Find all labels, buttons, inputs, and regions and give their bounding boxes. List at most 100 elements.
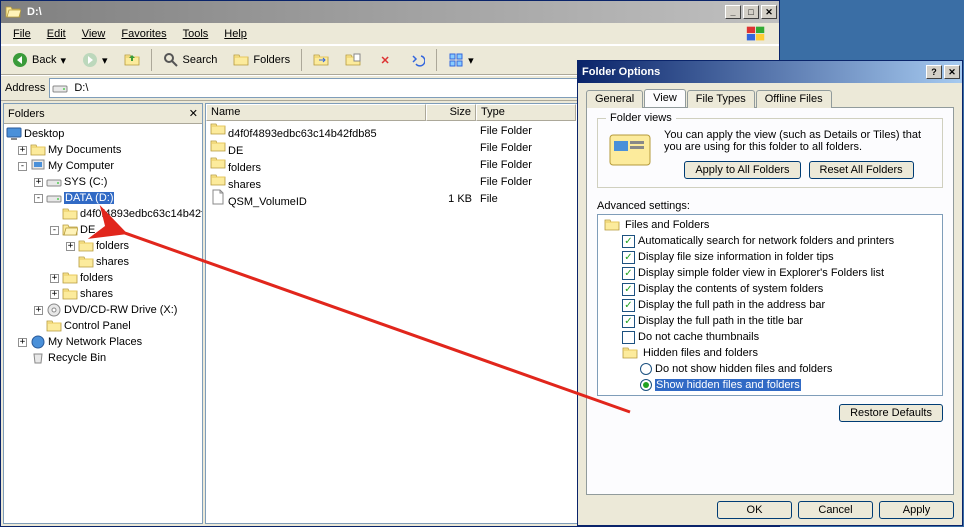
close-button[interactable]: ✕ [761, 5, 777, 19]
setting-sysfolders[interactable]: Display the contents of system folders [638, 283, 823, 295]
setting-showhidden[interactable]: Show hidden files and folders [655, 379, 801, 391]
setting-filesize[interactable]: Display file size information in folder … [638, 251, 834, 263]
dialog-title: Folder Options [582, 66, 660, 78]
menu-view[interactable]: View [74, 26, 114, 42]
checkbox-icon[interactable]: ✓ [622, 283, 635, 296]
folders-button[interactable]: Folders [226, 48, 297, 72]
tree-shares[interactable]: shares [80, 288, 113, 300]
apply-button[interactable]: Apply [879, 501, 954, 519]
expand-icon[interactable]: + [18, 146, 27, 155]
menu-edit[interactable]: Edit [39, 26, 74, 42]
copyto-button[interactable] [338, 48, 368, 72]
delete-button[interactable]: ✕ [370, 48, 400, 72]
undo-button[interactable] [402, 48, 432, 72]
checkbox-icon[interactable]: ✓ [622, 315, 635, 328]
checkbox-icon[interactable]: ✓ [622, 251, 635, 264]
forward-button[interactable]: ▾ [75, 48, 115, 72]
tree-mydocs[interactable]: My Documents [48, 144, 121, 156]
folder-tree[interactable]: Desktop + My Documents - My Computer + SYS … [4, 124, 202, 523]
collapse-icon[interactable]: - [50, 226, 59, 235]
close-pane-button[interactable]: ✕ [189, 107, 198, 120]
checkbox-icon[interactable] [622, 331, 635, 344]
folder-options-dialog: Folder Options ? ✕ General View File Typ… [577, 60, 963, 526]
tree-cp[interactable]: Control Panel [64, 320, 131, 332]
address-label: Address [5, 82, 45, 94]
radio-icon[interactable] [640, 363, 652, 375]
menu-file[interactable]: File [5, 26, 39, 42]
expand-icon[interactable]: + [34, 306, 43, 315]
back-button[interactable]: Back ▾ [5, 48, 73, 72]
col-type[interactable]: Type [476, 104, 576, 121]
tree-de-shares[interactable]: shares [96, 256, 129, 268]
tree-dvd[interactable]: DVD/CD-RW Drive (X:) [64, 304, 177, 316]
menu-favorites[interactable]: Favorites [113, 26, 174, 42]
restore-defaults-button[interactable]: Restore Defaults [839, 404, 943, 422]
drive-icon [52, 80, 68, 96]
apply-all-button[interactable]: Apply to All Folders [684, 161, 800, 179]
expand-icon[interactable]: + [50, 274, 59, 283]
drive-icon [46, 174, 62, 190]
tab-offline[interactable]: Offline Files [756, 90, 832, 108]
setting-nocache[interactable]: Do not cache thumbnails [638, 331, 759, 343]
search-button[interactable]: Search [156, 48, 225, 72]
tree-folders[interactable]: folders [80, 272, 113, 284]
col-size[interactable]: Size [426, 104, 476, 121]
tree-data-selected[interactable]: DATA (D:) [64, 192, 114, 204]
file-icon [210, 189, 226, 205]
setting-hideext[interactable]: Hide extensions for known file types [638, 395, 813, 396]
expand-icon[interactable]: + [66, 242, 75, 251]
setting-donotshow[interactable]: Do not show hidden files and folders [655, 363, 832, 375]
collapse-icon[interactable]: - [18, 162, 27, 171]
close-button[interactable]: ✕ [944, 65, 960, 79]
help-button[interactable]: ? [926, 65, 942, 79]
folder-icon [622, 345, 638, 361]
folder-icon [78, 238, 94, 254]
tree-hashfolder[interactable]: d4f0f4893edbc63c14b42fdb85 [80, 208, 202, 220]
minimize-button[interactable]: _ [725, 5, 741, 19]
up-button[interactable] [117, 48, 147, 72]
collapse-icon[interactable]: - [34, 194, 43, 203]
col-name[interactable]: Name [206, 104, 426, 121]
tree-network[interactable]: My Network Places [48, 336, 142, 348]
setting-autosearch[interactable]: Automatically search for network folders… [638, 235, 894, 247]
tree-sys[interactable]: SYS (C:) [64, 176, 107, 188]
tree-de-folders[interactable]: folders [96, 240, 129, 252]
views-button[interactable]: ▾ [441, 48, 481, 72]
moveto-button[interactable] [306, 48, 336, 72]
checkbox-icon[interactable]: ✓ [622, 235, 635, 248]
explorer-titlebar[interactable]: D:\ _ □ ✕ [1, 1, 779, 23]
expand-icon[interactable]: + [34, 178, 43, 187]
tree-de[interactable]: DE [80, 224, 95, 236]
folders-label: Folders [253, 54, 290, 66]
menu-help[interactable]: Help [216, 26, 255, 42]
checkbox-icon[interactable]: ✓ [622, 267, 635, 280]
expand-icon[interactable]: + [50, 290, 59, 299]
tree-desktop[interactable]: Desktop [24, 128, 64, 140]
folder-icon [210, 172, 226, 188]
cancel-button[interactable]: Cancel [798, 501, 873, 519]
menu-tools[interactable]: Tools [175, 26, 217, 42]
window-title: D:\ [27, 6, 42, 18]
forward-icon [82, 52, 98, 68]
setting-simple[interactable]: Display simple folder view in Explorer's… [638, 267, 884, 279]
expand-icon[interactable]: + [18, 338, 27, 347]
checkbox-icon[interactable] [622, 395, 635, 397]
dialog-titlebar[interactable]: Folder Options ? ✕ [578, 61, 962, 83]
setting-addrpath[interactable]: Display the full path in the address bar [638, 299, 825, 311]
tab-view[interactable]: View [644, 89, 686, 107]
folder-views-group: Folder views You can apply the view (suc… [597, 118, 943, 188]
delete-icon: ✕ [377, 52, 393, 68]
checkbox-icon[interactable]: ✓ [622, 299, 635, 312]
dvd-icon [46, 302, 62, 318]
radio-icon[interactable] [640, 379, 652, 391]
reset-all-button[interactable]: Reset All Folders [809, 161, 914, 179]
advanced-settings-list[interactable]: Files and Folders ✓Automatically search … [597, 214, 943, 396]
tab-general[interactable]: General [586, 90, 643, 108]
address-value: D:\ [74, 82, 88, 94]
tab-filetypes[interactable]: File Types [687, 90, 755, 108]
tree-recycle[interactable]: Recycle Bin [48, 352, 106, 364]
setting-titlepath[interactable]: Display the full path in the title bar [638, 315, 803, 327]
tree-mycomputer[interactable]: My Computer [48, 160, 114, 172]
ok-button[interactable]: OK [717, 501, 792, 519]
maximize-button[interactable]: □ [743, 5, 759, 19]
